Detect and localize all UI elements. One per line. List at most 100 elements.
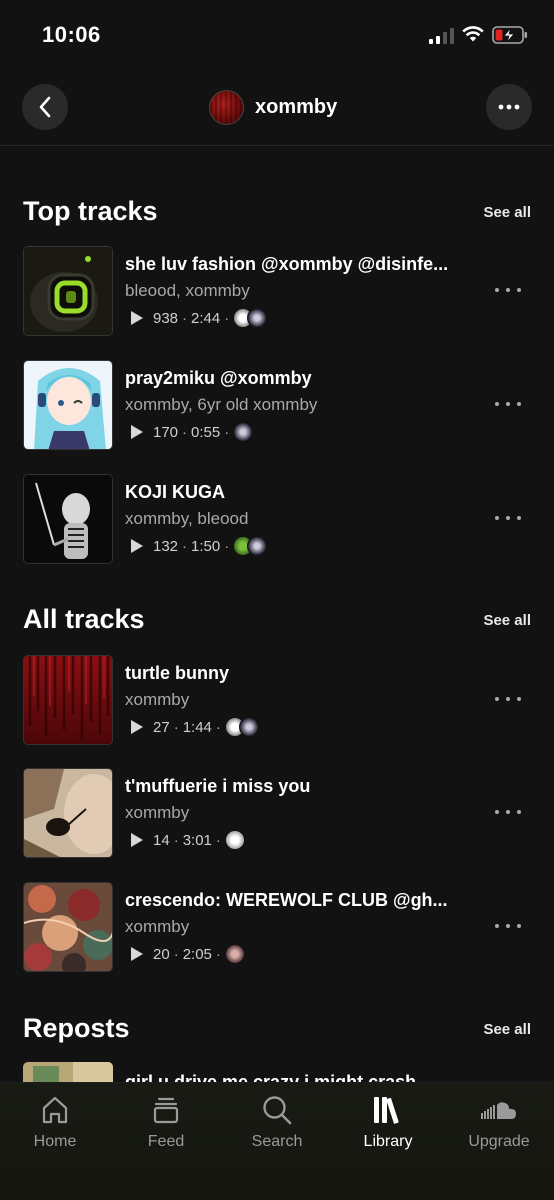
track-more-button[interactable] (495, 282, 521, 298)
nav-home[interactable]: Home (0, 1093, 110, 1151)
track-row[interactable]: KOJI KUGA xommby, bleood 132 · 1:50 · (23, 474, 533, 564)
separator: · (173, 831, 179, 849)
track-duration: 0:55 (191, 423, 221, 441)
track-artists: bleood, xommby (125, 281, 250, 300)
page-title: xommby (255, 95, 338, 118)
play-count: 170 (153, 423, 179, 441)
play-count-icon (131, 947, 143, 961)
track-duration: 3:01 (182, 831, 212, 849)
avatar (209, 89, 244, 125)
nav-label: Search (251, 1133, 303, 1150)
section-title: All tracks (23, 604, 145, 634)
back-button[interactable] (22, 84, 68, 130)
section-title: Reposts (23, 1013, 130, 1043)
track-row[interactable]: crescendo: WEREWOLF CLUB @gh... xommby 2… (23, 882, 533, 972)
play-count-icon (131, 425, 143, 439)
track-more-button[interactable] (495, 918, 521, 934)
more-horizontal-icon (498, 104, 520, 110)
nav-search[interactable]: Search (222, 1093, 332, 1151)
battery-charging-icon (492, 26, 527, 44)
see-all-link[interactable]: See all (483, 1021, 531, 1038)
track-row[interactable]: she luv fashion @xommby @disinfe... bleo… (23, 246, 533, 336)
separator: · (182, 309, 188, 327)
play-count: 938 (153, 309, 179, 327)
home-icon (42, 1096, 68, 1124)
cellular-signal-icon (429, 28, 454, 44)
track-artwork (23, 655, 113, 745)
liker-avatar (238, 717, 259, 737)
bottom-navigation: Home Feed Search Library Upgrade (0, 1082, 554, 1200)
section-header-reposts: Reposts See all (23, 1013, 531, 1047)
track-more-button[interactable] (495, 510, 521, 526)
track-meta: 27 · 1:44 · (125, 715, 259, 739)
play-count-icon (131, 720, 143, 734)
nav-label: Home (33, 1133, 77, 1150)
see-all-link[interactable]: See all (483, 204, 531, 221)
track-more-button[interactable] (495, 396, 521, 412)
separator: · (215, 718, 221, 736)
track-title: girl u drive me crazy i might crash (125, 1072, 417, 1082)
search-icon (263, 1096, 292, 1125)
cloud-icon (481, 1102, 516, 1119)
nav-upgrade[interactable]: Upgrade (444, 1093, 554, 1151)
track-artists: xommby (125, 690, 190, 709)
section-header-all-tracks: All tracks See all (23, 604, 531, 638)
track-meta: 170 · 0:55 · (125, 420, 254, 444)
separator: · (182, 537, 188, 555)
nav-label: Library (363, 1133, 413, 1150)
separator: · (182, 423, 188, 441)
track-artwork (23, 882, 113, 972)
play-count: 132 (153, 537, 179, 555)
status-bar: 10:06 (0, 0, 554, 70)
track-duration: 2:05 (182, 945, 212, 963)
feed-icon (153, 1097, 179, 1124)
track-title: turtle bunny (125, 663, 229, 683)
track-title: pray2miku @xommby (125, 368, 312, 388)
liker-avatar (247, 536, 268, 556)
play-count-icon (131, 539, 143, 553)
track-meta: 14 · 3:01 · (125, 828, 245, 852)
track-artists: xommby (125, 917, 190, 936)
track-artwork (23, 360, 113, 450)
track-row[interactable]: girl u drive me crazy i might crash (23, 1060, 533, 1082)
track-row[interactable]: pray2miku @xommby xommby, 6yr old xommby… (23, 360, 533, 450)
track-title: crescendo: WEREWOLF CLUB @gh... (125, 890, 448, 910)
track-artists: xommby (125, 803, 190, 822)
track-title: she luv fashion @xommby @disinfe... (125, 254, 449, 274)
track-row[interactable]: t'muffuerie i miss you xommby 14 · 3:01 … (23, 768, 533, 858)
separator: · (173, 718, 179, 736)
track-artwork (23, 246, 113, 336)
nav-label: Feed (147, 1133, 185, 1150)
nav-library[interactable]: Library (333, 1093, 443, 1151)
track-duration: 2:44 (191, 309, 221, 327)
track-meta: 938 · 2:44 · (125, 306, 268, 330)
play-count: 20 (153, 945, 170, 963)
see-all-link[interactable]: See all (483, 612, 531, 629)
separator: · (224, 309, 230, 327)
separator: · (215, 945, 221, 963)
track-duration: 1:50 (191, 537, 221, 555)
section-title: Top tracks (23, 196, 158, 226)
profile-identity[interactable]: xommby (209, 89, 337, 125)
liker-avatar (224, 944, 245, 964)
track-artists: xommby, bleood (125, 509, 249, 528)
track-artists: xommby, 6yr old xommby (125, 395, 318, 414)
track-artwork (23, 1062, 113, 1082)
liker-avatar (233, 422, 254, 442)
track-meta: 20 · 2:05 · (125, 942, 245, 966)
play-count: 14 (153, 831, 170, 849)
track-row[interactable]: turtle bunny xommby 27 · 1:44 · (23, 655, 533, 745)
nav-feed[interactable]: Feed (111, 1093, 221, 1151)
track-more-button[interactable] (495, 691, 521, 707)
track-more-button[interactable] (495, 804, 521, 820)
liker-avatar (224, 830, 245, 850)
library-icon (374, 1097, 399, 1124)
play-count-icon (131, 311, 143, 325)
track-duration: 1:44 (182, 718, 212, 736)
chevron-left-icon (39, 96, 51, 118)
track-title: KOJI KUGA (125, 482, 226, 502)
play-count-icon (131, 833, 143, 847)
more-options-button[interactable] (486, 84, 532, 130)
separator: · (173, 945, 179, 963)
track-meta: 132 · 1:50 · (125, 534, 268, 558)
